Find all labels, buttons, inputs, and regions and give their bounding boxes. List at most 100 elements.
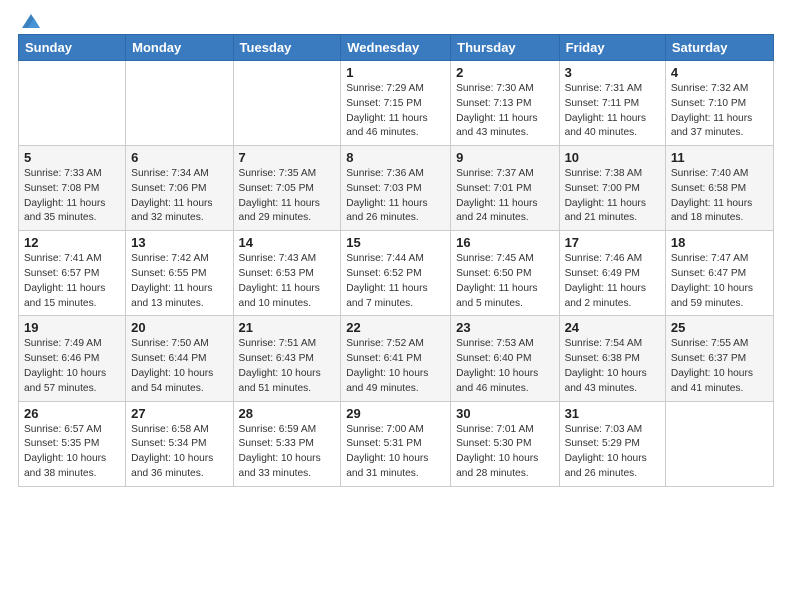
day-number: 23 xyxy=(456,320,553,335)
calendar-cell xyxy=(665,401,773,486)
day-number: 29 xyxy=(346,406,445,421)
day-number: 16 xyxy=(456,235,553,250)
day-info: Sunrise: 7:46 AM Sunset: 6:49 PM Dayligh… xyxy=(565,252,660,311)
day-info: Sunrise: 7:32 AM Sunset: 7:10 PM Dayligh… xyxy=(671,82,768,141)
day-info: Sunrise: 7:38 AM Sunset: 7:00 PM Dayligh… xyxy=(565,167,660,226)
day-info: Sunrise: 7:36 AM Sunset: 7:03 PM Dayligh… xyxy=(346,167,445,226)
day-info: Sunrise: 7:44 AM Sunset: 6:52 PM Dayligh… xyxy=(346,252,445,311)
day-number: 24 xyxy=(565,320,660,335)
day-info: Sunrise: 7:42 AM Sunset: 6:55 PM Dayligh… xyxy=(131,252,227,311)
header-thursday: Thursday xyxy=(451,35,559,61)
day-number: 17 xyxy=(565,235,660,250)
day-number: 27 xyxy=(131,406,227,421)
day-info: Sunrise: 7:54 AM Sunset: 6:38 PM Dayligh… xyxy=(565,337,660,396)
calendar-cell: 30 Sunrise: 7:01 AM Sunset: 5:30 PM Dayli… xyxy=(451,401,559,486)
calendar-cell: 17 Sunrise: 7:46 AM Sunset: 6:49 PM Dayli… xyxy=(559,231,665,316)
calendar-cell: 6Sunrise: 7:34 AM Sunset: 7:06 PM Daylig… xyxy=(126,146,233,231)
calendar-cell: 23 Sunrise: 7:53 AM Sunset: 6:40 PM Dayli… xyxy=(451,316,559,401)
day-number: 21 xyxy=(239,320,336,335)
calendar-cell: 31Sunrise: 7:03 AM Sunset: 5:29 PM Dayli… xyxy=(559,401,665,486)
calendar-cell: 22 Sunrise: 7:52 AM Sunset: 6:41 PM Dayli… xyxy=(341,316,451,401)
header xyxy=(18,10,774,28)
calendar-cell: 4 Sunrise: 7:32 AM Sunset: 7:10 PM Daylig… xyxy=(665,61,773,146)
header-monday: Monday xyxy=(126,35,233,61)
day-info: Sunrise: 7:01 AM Sunset: 5:30 PM Dayligh… xyxy=(456,423,553,482)
day-info: Sunrise: 7:41 AM Sunset: 6:57 PM Dayligh… xyxy=(24,252,120,311)
day-info: Sunrise: 7:34 AM Sunset: 7:06 PM Dayligh… xyxy=(131,167,227,226)
header-tuesday: Tuesday xyxy=(233,35,341,61)
day-info: Sunrise: 7:43 AM Sunset: 6:53 PM Dayligh… xyxy=(239,252,336,311)
calendar-cell: 7 Sunrise: 7:35 AM Sunset: 7:05 PM Daylig… xyxy=(233,146,341,231)
calendar-cell: 10 Sunrise: 7:38 AM Sunset: 7:00 PM Dayli… xyxy=(559,146,665,231)
week-row-1: 5 Sunrise: 7:33 AM Sunset: 7:08 PM Daylig… xyxy=(19,146,774,231)
day-number: 10 xyxy=(565,150,660,165)
calendar-cell: 14 Sunrise: 7:43 AM Sunset: 6:53 PM Dayli… xyxy=(233,231,341,316)
week-row-2: 12Sunrise: 7:41 AM Sunset: 6:57 PM Dayli… xyxy=(19,231,774,316)
calendar-cell: 27Sunrise: 6:58 AM Sunset: 5:34 PM Dayli… xyxy=(126,401,233,486)
calendar-cell xyxy=(19,61,126,146)
calendar-cell: 20Sunrise: 7:50 AM Sunset: 6:44 PM Dayli… xyxy=(126,316,233,401)
day-info: Sunrise: 7:35 AM Sunset: 7:05 PM Dayligh… xyxy=(239,167,336,226)
calendar-cell: 9Sunrise: 7:37 AM Sunset: 7:01 PM Daylig… xyxy=(451,146,559,231)
day-number: 25 xyxy=(671,320,768,335)
day-info: Sunrise: 7:47 AM Sunset: 6:47 PM Dayligh… xyxy=(671,252,768,311)
day-info: Sunrise: 7:55 AM Sunset: 6:37 PM Dayligh… xyxy=(671,337,768,396)
day-info: Sunrise: 7:31 AM Sunset: 7:11 PM Dayligh… xyxy=(565,82,660,141)
day-info: Sunrise: 7:30 AM Sunset: 7:13 PM Dayligh… xyxy=(456,82,553,141)
calendar-cell: 15 Sunrise: 7:44 AM Sunset: 6:52 PM Dayli… xyxy=(341,231,451,316)
calendar-cell: 19 Sunrise: 7:49 AM Sunset: 6:46 PM Dayli… xyxy=(19,316,126,401)
calendar-cell xyxy=(126,61,233,146)
day-info: Sunrise: 7:45 AM Sunset: 6:50 PM Dayligh… xyxy=(456,252,553,311)
day-info: Sunrise: 7:00 AM Sunset: 5:31 PM Dayligh… xyxy=(346,423,445,482)
day-info: Sunrise: 6:59 AM Sunset: 5:33 PM Dayligh… xyxy=(239,423,336,482)
calendar-cell: 3Sunrise: 7:31 AM Sunset: 7:11 PM Daylig… xyxy=(559,61,665,146)
day-number: 18 xyxy=(671,235,768,250)
day-info: Sunrise: 7:51 AM Sunset: 6:43 PM Dayligh… xyxy=(239,337,336,396)
day-number: 4 xyxy=(671,65,768,80)
day-info: Sunrise: 7:53 AM Sunset: 6:40 PM Dayligh… xyxy=(456,337,553,396)
calendar-cell: 5 Sunrise: 7:33 AM Sunset: 7:08 PM Daylig… xyxy=(19,146,126,231)
calendar-cell: 24 Sunrise: 7:54 AM Sunset: 6:38 PM Dayli… xyxy=(559,316,665,401)
calendar-cell xyxy=(233,61,341,146)
day-info: Sunrise: 7:49 AM Sunset: 6:46 PM Dayligh… xyxy=(24,337,120,396)
day-number: 5 xyxy=(24,150,120,165)
day-number: 2 xyxy=(456,65,553,80)
calendar-cell: 18 Sunrise: 7:47 AM Sunset: 6:47 PM Dayli… xyxy=(665,231,773,316)
calendar-cell: 26Sunrise: 6:57 AM Sunset: 5:35 PM Dayli… xyxy=(19,401,126,486)
day-info: Sunrise: 7:52 AM Sunset: 6:41 PM Dayligh… xyxy=(346,337,445,396)
day-number: 14 xyxy=(239,235,336,250)
day-number: 26 xyxy=(24,406,120,421)
calendar-cell: 2 Sunrise: 7:30 AM Sunset: 7:13 PM Daylig… xyxy=(451,61,559,146)
calendar-cell: 25 Sunrise: 7:55 AM Sunset: 6:37 PM Dayli… xyxy=(665,316,773,401)
day-number: 7 xyxy=(239,150,336,165)
calendar-cell: 16 Sunrise: 7:45 AM Sunset: 6:50 PM Dayli… xyxy=(451,231,559,316)
day-number: 19 xyxy=(24,320,120,335)
calendar-cell: 11Sunrise: 7:40 AM Sunset: 6:58 PM Dayli… xyxy=(665,146,773,231)
day-info: Sunrise: 7:50 AM Sunset: 6:44 PM Dayligh… xyxy=(131,337,227,396)
day-number: 9 xyxy=(456,150,553,165)
header-friday: Friday xyxy=(559,35,665,61)
calendar-cell: 28 Sunrise: 6:59 AM Sunset: 5:33 PM Dayli… xyxy=(233,401,341,486)
day-number: 8 xyxy=(346,150,445,165)
calendar-cell: 1 Sunrise: 7:29 AM Sunset: 7:15 PM Daylig… xyxy=(341,61,451,146)
page: SundayMondayTuesdayWednesdayThursdayFrid… xyxy=(0,0,792,612)
calendar-cell: 8 Sunrise: 7:36 AM Sunset: 7:03 PM Daylig… xyxy=(341,146,451,231)
calendar-cell: 29 Sunrise: 7:00 AM Sunset: 5:31 PM Dayli… xyxy=(341,401,451,486)
calendar-cell: 13 Sunrise: 7:42 AM Sunset: 6:55 PM Dayli… xyxy=(126,231,233,316)
calendar-header-row: SundayMondayTuesdayWednesdayThursdayFrid… xyxy=(19,35,774,61)
week-row-0: 1 Sunrise: 7:29 AM Sunset: 7:15 PM Daylig… xyxy=(19,61,774,146)
calendar: SundayMondayTuesdayWednesdayThursdayFrid… xyxy=(18,34,774,487)
day-number: 15 xyxy=(346,235,445,250)
day-number: 22 xyxy=(346,320,445,335)
calendar-cell: 12Sunrise: 7:41 AM Sunset: 6:57 PM Dayli… xyxy=(19,231,126,316)
day-info: Sunrise: 7:40 AM Sunset: 6:58 PM Dayligh… xyxy=(671,167,768,226)
week-row-3: 19 Sunrise: 7:49 AM Sunset: 6:46 PM Dayli… xyxy=(19,316,774,401)
day-info: Sunrise: 7:29 AM Sunset: 7:15 PM Dayligh… xyxy=(346,82,445,141)
day-number: 30 xyxy=(456,406,553,421)
header-wednesday: Wednesday xyxy=(341,35,451,61)
day-info: Sunrise: 7:33 AM Sunset: 7:08 PM Dayligh… xyxy=(24,167,120,226)
logo xyxy=(18,10,42,28)
day-number: 1 xyxy=(346,65,445,80)
day-number: 13 xyxy=(131,235,227,250)
day-number: 28 xyxy=(239,406,336,421)
